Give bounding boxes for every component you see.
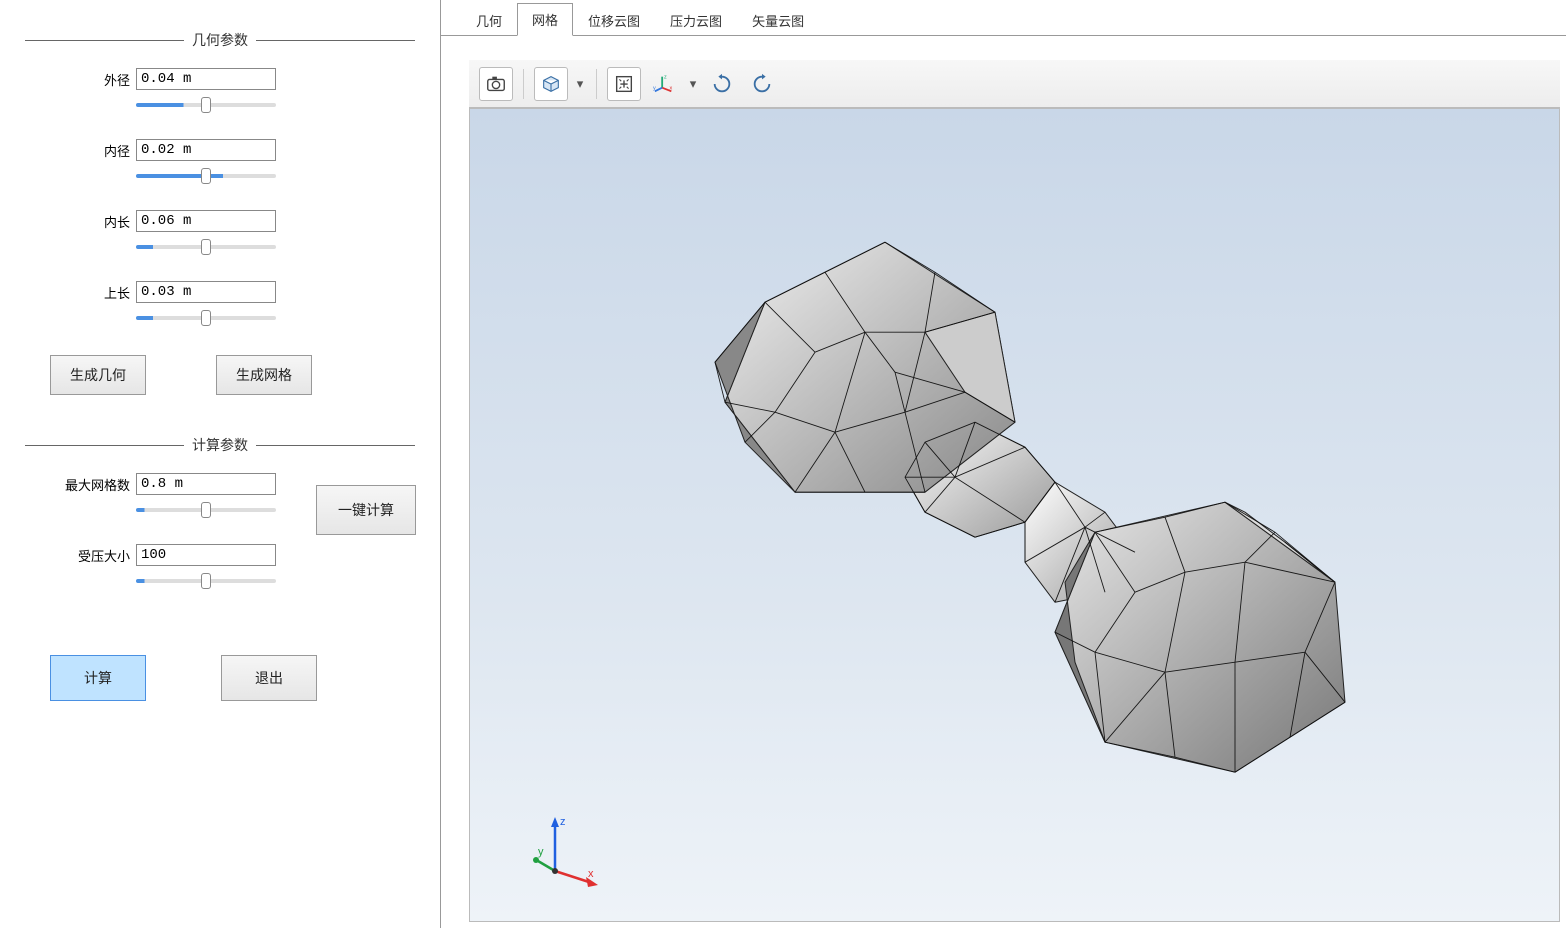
generate-geometry-button[interactable]: 生成几何 [50, 355, 146, 395]
tab-mesh[interactable]: 网格 [517, 3, 573, 36]
pressure-input[interactable] [136, 544, 276, 566]
geometry-title-label: 几何参数 [192, 30, 248, 50]
axis-z-label: z [560, 816, 566, 828]
left-panel: 几何参数 外径 内径 内长 上长 生成几何 生成网格 计算参数 [0, 0, 440, 928]
upper-length-row: 上长 [25, 281, 415, 303]
max-mesh-input[interactable] [136, 473, 276, 495]
upper-length-input[interactable] [136, 281, 276, 303]
mesh-render [625, 182, 1405, 822]
max-mesh-row: 最大网格数 [25, 473, 276, 495]
axes-icon[interactable]: z x y [647, 67, 681, 101]
axes-dropdown[interactable]: ▾ [687, 67, 699, 101]
calc-title-label: 计算参数 [192, 435, 248, 455]
inner-radius-input[interactable] [136, 139, 276, 161]
view-tabs: 几何 网格 位移云图 压力云图 矢量云图 [441, 0, 1566, 36]
generate-mesh-button[interactable]: 生成网格 [216, 355, 312, 395]
cube-view-icon[interactable] [534, 67, 568, 101]
inner-length-row: 内长 [25, 210, 415, 232]
calculate-button[interactable]: 计算 [50, 655, 146, 701]
rotate-cw-icon[interactable] [705, 67, 739, 101]
axis-y-label: y [538, 846, 544, 858]
axis-x-label: x [588, 868, 594, 880]
pressure-row: 受压大小 [25, 544, 276, 566]
inner-length-input[interactable] [136, 210, 276, 232]
outer-radius-row: 外径 [25, 68, 415, 90]
tab-pressure[interactable]: 压力云图 [655, 4, 737, 36]
mesh-viewport[interactable]: z x y [469, 108, 1560, 922]
fit-view-icon[interactable] [607, 67, 641, 101]
svg-text:y: y [653, 85, 656, 91]
geometry-group-title: 几何参数 [25, 30, 415, 50]
tab-vector[interactable]: 矢量云图 [737, 4, 819, 36]
viewport-toolbar: ▾ z x y ▾ [469, 60, 1560, 108]
outer-radius-slider[interactable] [136, 96, 276, 114]
upper-length-label: 上长 [75, 283, 130, 302]
calc-group-title: 计算参数 [25, 435, 415, 455]
axis-triad: z x y [530, 811, 610, 891]
svg-text:x: x [670, 85, 673, 91]
outer-radius-label: 外径 [75, 70, 130, 89]
camera-icon[interactable] [479, 67, 513, 101]
upper-length-slider[interactable] [136, 309, 276, 327]
one-click-calc-button[interactable]: 一键计算 [316, 485, 416, 535]
inner-radius-row: 内径 [25, 139, 415, 161]
inner-length-label: 内长 [75, 212, 130, 231]
inner-length-slider[interactable] [136, 238, 276, 256]
inner-radius-label: 内径 [75, 141, 130, 160]
pressure-slider[interactable] [136, 572, 276, 590]
max-mesh-label: 最大网格数 [55, 475, 130, 494]
rotate-ccw-icon[interactable] [745, 67, 779, 101]
svg-text:z: z [664, 74, 667, 80]
tab-geometry[interactable]: 几何 [461, 4, 517, 36]
cube-view-dropdown[interactable]: ▾ [574, 67, 586, 101]
tab-displacement[interactable]: 位移云图 [573, 4, 655, 36]
inner-radius-slider[interactable] [136, 167, 276, 185]
exit-button[interactable]: 退出 [221, 655, 317, 701]
max-mesh-slider[interactable] [136, 501, 276, 519]
right-panel: 几何 网格 位移云图 压力云图 矢量云图 ▾ z x y ▾ [440, 0, 1566, 928]
pressure-label: 受压大小 [55, 546, 130, 565]
outer-radius-input[interactable] [136, 68, 276, 90]
